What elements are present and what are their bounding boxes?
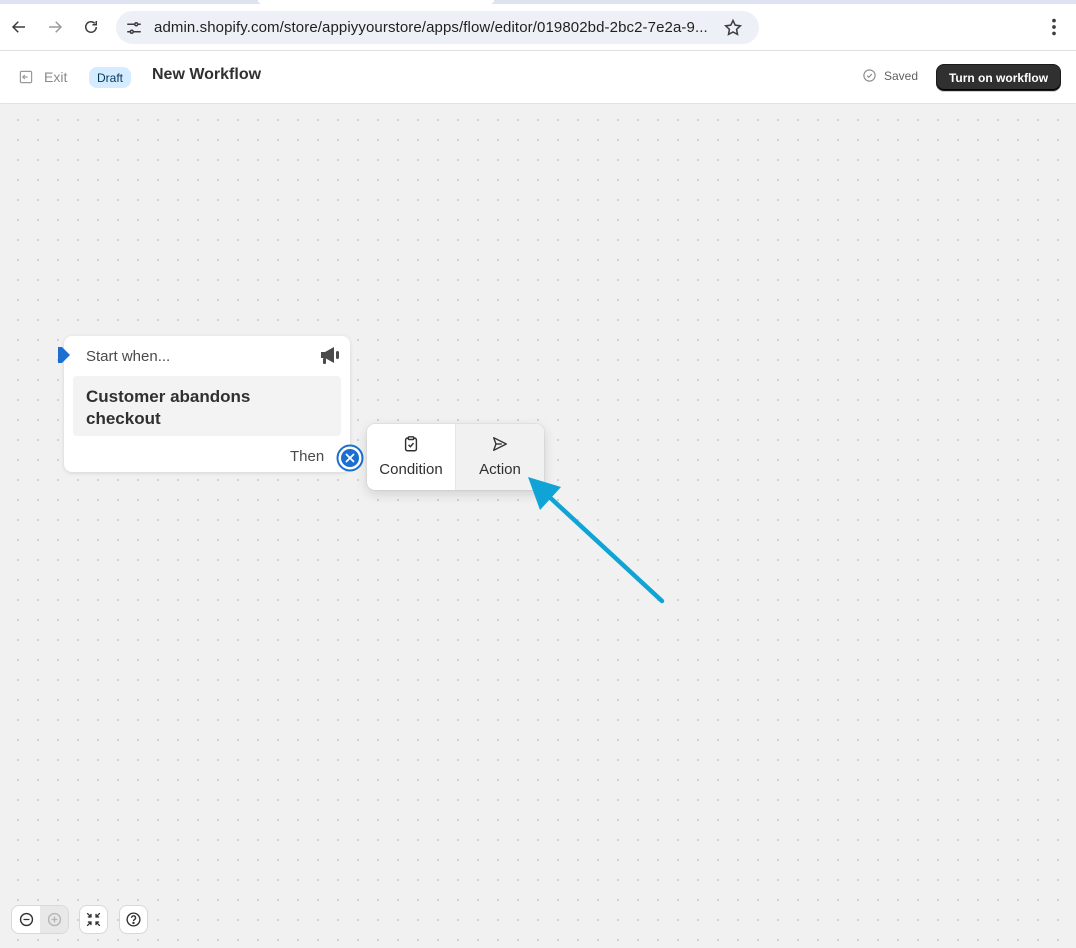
turn-on-workflow-button[interactable]: Turn on workflow: [936, 64, 1061, 91]
trigger-card[interactable]: Start when... Customer abandons checkout…: [58, 336, 364, 472]
trigger-event[interactable]: Customer abandons checkout: [73, 376, 341, 436]
tune-icon[interactable]: [125, 19, 143, 37]
zoom-in-icon: [47, 912, 61, 927]
reload-icon: [85, 21, 97, 33]
action-label: Action: [479, 461, 521, 478]
input-connector-icon: [58, 347, 70, 363]
help-button[interactable]: [120, 906, 147, 933]
megaphone-icon: [321, 347, 339, 364]
zoom-controls: [12, 906, 68, 933]
browser-chrome: admin.shopify.com/store/appiyyourstore/a…: [0, 0, 1076, 51]
zoom-out-button[interactable]: [12, 906, 40, 933]
reload-button[interactable]: [78, 14, 104, 40]
condition-label: Condition: [379, 461, 443, 478]
add-step-popover: Condition Action: [367, 424, 544, 490]
star-icon[interactable]: [723, 18, 743, 38]
send-icon: [493, 437, 507, 451]
then-label: Then: [290, 448, 325, 465]
status-badge: Draft: [89, 67, 132, 88]
close-circle-icon[interactable]: [336, 444, 364, 472]
flow-editor-header: Exit Draft New Workflow Saved Turn on wo…: [0, 51, 1076, 103]
check-circle-icon: [863, 69, 876, 82]
active-tab[interactable]: [258, 0, 494, 4]
fit-view-button[interactable]: [80, 906, 107, 933]
saved-label: Saved: [884, 68, 919, 83]
address-bar[interactable]: admin.shopify.com/store/appiyyourstore/a…: [116, 11, 759, 44]
exit-icon: [19, 70, 33, 84]
forward-button[interactable]: [42, 14, 68, 40]
arrow-left-icon: [11, 21, 25, 33]
zoom-in-button[interactable]: [40, 906, 68, 933]
condition-option[interactable]: Condition: [367, 424, 455, 490]
page-title: New Workflow: [152, 66, 262, 83]
zoom-out-icon: [19, 912, 33, 927]
help-icon: [126, 912, 141, 927]
arrow-right-icon: [49, 21, 63, 33]
trigger-start-label: Start when...: [86, 348, 171, 365]
back-button[interactable]: [6, 14, 32, 40]
kebab-menu-icon[interactable]: [1043, 16, 1065, 38]
url-text[interactable]: admin.shopify.com/store/appiyyourstore/a…: [154, 19, 708, 36]
clipboard-check-icon: [404, 436, 418, 452]
tab-strip: [0, 0, 1076, 4]
fit-view-icon: [86, 912, 101, 927]
exit-button[interactable]: Exit: [18, 67, 67, 87]
exit-label: Exit: [44, 69, 68, 85]
annotation-arrow: [528, 477, 665, 604]
saved-status: Saved: [862, 68, 918, 83]
